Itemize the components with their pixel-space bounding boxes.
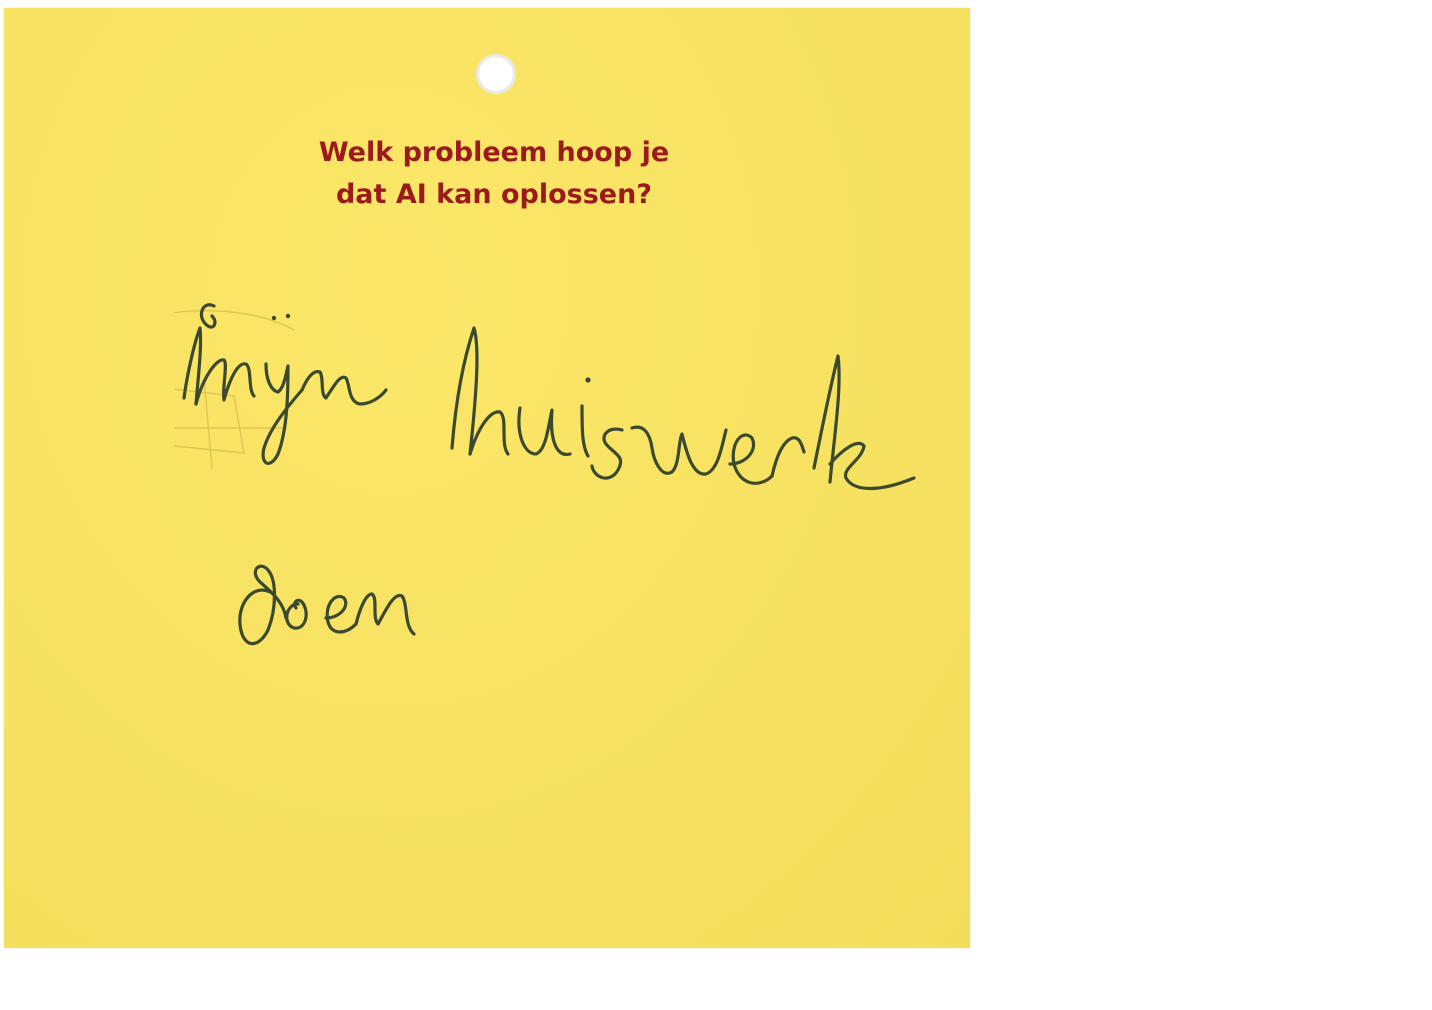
punch-hole <box>476 54 516 94</box>
erased-pencil-marks <box>143 310 295 469</box>
question-line-2: dat AI kan oplossen? <box>335 179 652 210</box>
question-line-1: Welk probleem hoop je <box>318 137 670 168</box>
handwritten-answer: mijn huiswerk doen <box>143 278 934 678</box>
question-heading: Welk probleem hoop je dat AI kan oplosse… <box>204 132 784 216</box>
handwriting-word-huiswerk <box>450 326 916 490</box>
handwriting-word-mijn <box>182 303 388 465</box>
handwriting-drawing <box>143 303 916 646</box>
handwriting-word-doen <box>238 564 416 646</box>
yellow-question-card: Welk probleem hoop je dat AI kan oplosse… <box>4 8 970 948</box>
page: Welk probleem hoop je dat AI kan oplosse… <box>0 0 1432 1010</box>
